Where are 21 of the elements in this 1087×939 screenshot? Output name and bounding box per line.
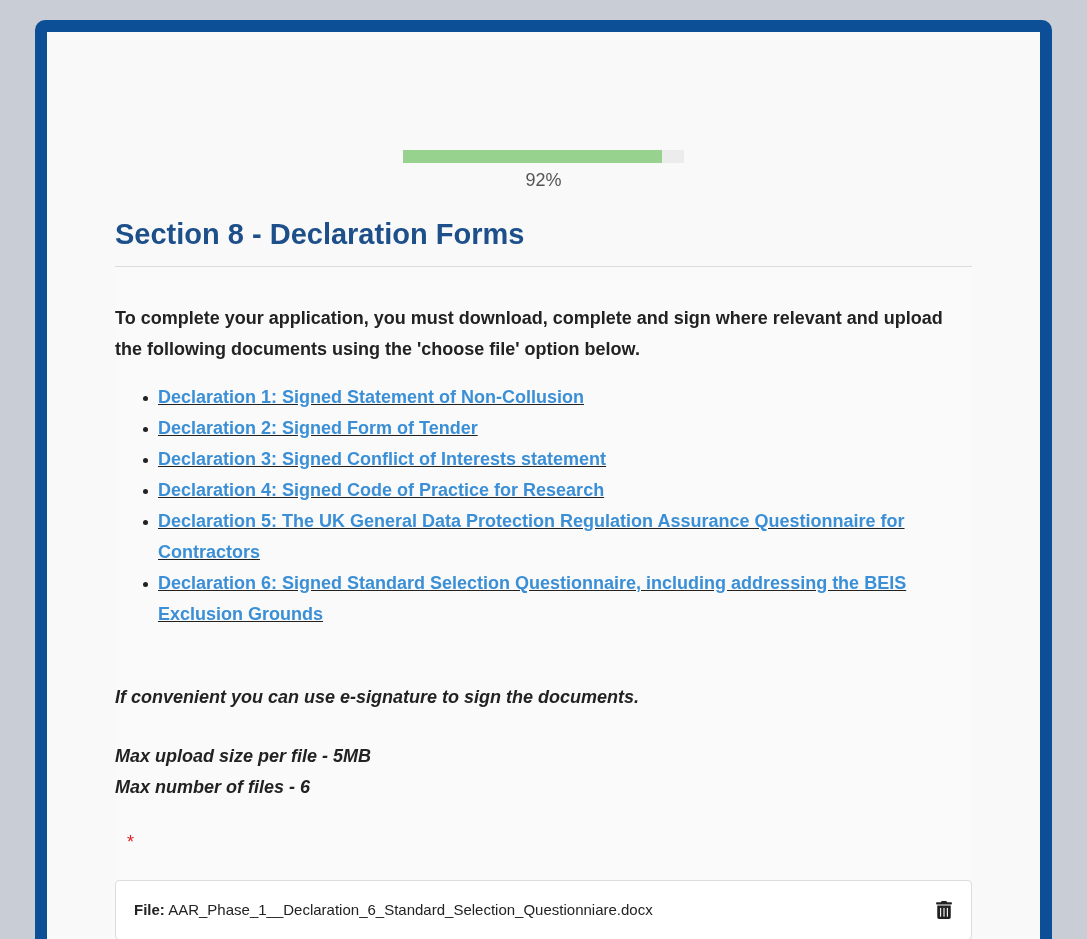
bullet-icon	[143, 427, 148, 432]
bullet-icon	[143, 582, 148, 587]
file-name: File: AAR_Phase_1__Declaration_6_Standard_Selection_Questionniare.docx	[134, 899, 653, 920]
bullet-icon	[143, 489, 148, 494]
delete-icon[interactable]	[935, 901, 953, 919]
esignature-note: If convenient you can use e-signature to sign the documents.	[115, 686, 641, 709]
instructions-paragraph: To complete your application, you must download, complete and sign where relevant and upload the following documents using the 'choose file' option below.	[115, 307, 944, 361]
declaration-link[interactable]: Declaration 4: Signed Code of Practice for Research	[158, 475, 605, 506]
declaration-link[interactable]: Declaration 6: Signed Standard Selection Questionnaire, including addressing the BEIS Exclusion Grounds	[158, 568, 972, 630]
bullet-icon	[143, 520, 148, 525]
section-title: Section 8 - Declaration Forms	[115, 217, 526, 252]
declaration-link[interactable]: Declaration 3: Signed Conflict of Interests statement	[158, 444, 607, 475]
required-asterisk: *	[127, 831, 135, 854]
progress-percentage: 92%	[525, 169, 562, 192]
bullet-icon	[143, 396, 148, 401]
upload-limit-text: Max number of files - 6	[115, 776, 312, 799]
declaration-link[interactable]: Declaration 2: Signed Form of Tender	[158, 413, 478, 444]
declaration-link[interactable]: Declaration 1: Signed Statement of Non-Collusion	[158, 382, 585, 413]
bullet-icon	[143, 458, 148, 463]
declaration-link[interactable]: Declaration 5: The UK General Data Protection Regulation Assurance Questionnaire for Contractors	[158, 506, 972, 568]
upload-limit-text: Max upload size per file - 5MB	[115, 745, 373, 768]
